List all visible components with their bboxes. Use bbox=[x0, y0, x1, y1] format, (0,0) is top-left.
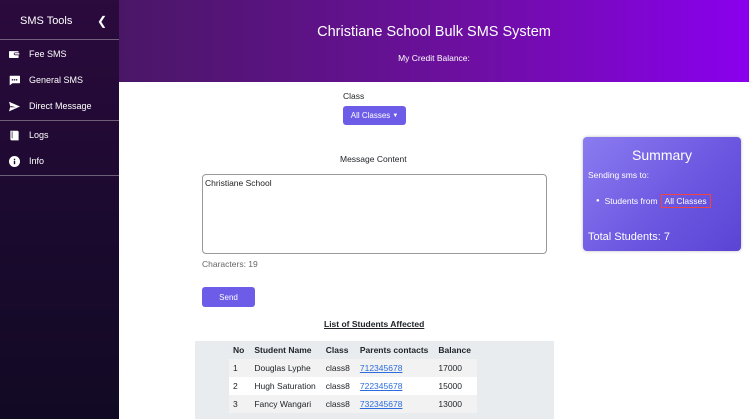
sidebar-item-label: Fee SMS bbox=[29, 49, 67, 59]
sidebar-item-info[interactable]: Info bbox=[0, 148, 119, 174]
cell-class: class8 bbox=[321, 395, 356, 413]
sidebar-title: SMS Tools bbox=[20, 14, 73, 27]
column-header-student-name: Student Name bbox=[250, 341, 322, 359]
cell-no: 2 bbox=[229, 377, 251, 395]
summary-total-students: Total Students: 7 bbox=[588, 231, 670, 243]
book-icon bbox=[0, 130, 29, 141]
summary-card: Summary Sending sms to: ● Students from … bbox=[583, 137, 741, 251]
cell-name: Fancy Wangari bbox=[250, 395, 322, 413]
summary-title: Summary bbox=[632, 147, 692, 163]
sidebar-item-label: Logs bbox=[29, 130, 49, 140]
summary-class-chip: All Classes bbox=[660, 194, 711, 208]
info-icon bbox=[0, 155, 29, 167]
wallet-icon bbox=[0, 49, 29, 60]
students-table: No Student Name Class Parents contacts B… bbox=[229, 341, 477, 413]
sidebar-item-logs[interactable]: Logs bbox=[0, 122, 119, 148]
summary-students-from: Students from bbox=[604, 196, 658, 206]
students-table-container[interactable]: No Student Name Class Parents contacts B… bbox=[195, 341, 554, 419]
cell-balance: 13000 bbox=[434, 395, 477, 413]
page-title: Christiane School Bulk SMS System bbox=[317, 24, 551, 40]
cell-balance: 15000 bbox=[434, 377, 477, 395]
sidebar-item-label: General SMS bbox=[29, 75, 84, 85]
character-count: Characters: 19 bbox=[202, 259, 258, 269]
cell-balance: 17000 bbox=[434, 359, 477, 377]
column-header-class: Class bbox=[321, 341, 356, 359]
credit-balance: My Credit Balance: bbox=[398, 53, 470, 63]
message-label: Message Content bbox=[340, 154, 407, 164]
chevron-left-icon[interactable]: ❮ bbox=[97, 14, 107, 28]
column-header-balance: Balance bbox=[434, 341, 477, 359]
class-dropdown-button[interactable]: All Classes ▼ bbox=[343, 106, 406, 125]
class-label: Class bbox=[343, 91, 365, 101]
table-header-row: No Student Name Class Parents contacts B… bbox=[229, 341, 477, 359]
students-list-title: List of Students Affected bbox=[324, 319, 425, 329]
cell-class: class8 bbox=[321, 377, 356, 395]
table-row: 1 Douglas Lyphe class8 712345678 17000 bbox=[229, 359, 477, 377]
cell-no: 3 bbox=[229, 395, 251, 413]
sidebar-header: SMS Tools ❮ bbox=[0, 2, 119, 40]
page-header: Christiane School Bulk SMS System My Cre… bbox=[119, 0, 749, 82]
sidebar-item-fee-sms[interactable]: Fee SMS bbox=[0, 41, 119, 67]
cell-contact: 712345678 bbox=[355, 359, 435, 377]
sidebar-group-other: Logs Info bbox=[0, 121, 119, 176]
caret-down-icon: ▼ bbox=[392, 112, 399, 119]
message-textarea[interactable]: Christiane School bbox=[202, 174, 547, 254]
table-row: 2 Hugh Saturation class8 722345678 15000 bbox=[229, 377, 477, 395]
summary-recipients-item: ● Students from All Classes bbox=[596, 194, 741, 208]
sidebar-item-label: Direct Message bbox=[29, 101, 92, 111]
cell-name: Douglas Lyphe bbox=[250, 359, 322, 377]
sidebar-item-general-sms[interactable]: General SMS bbox=[0, 67, 119, 93]
class-selected-value: All Classes bbox=[350, 111, 391, 120]
summary-sending-to: Sending sms to: bbox=[588, 170, 649, 180]
contact-link[interactable]: 712345678 bbox=[360, 363, 403, 373]
cell-contact: 722345678 bbox=[355, 377, 435, 395]
sidebar: SMS Tools ❮ Fee SMS General SMS Direct M… bbox=[0, 0, 119, 419]
cell-class: class8 bbox=[321, 359, 356, 377]
cell-name: Hugh Saturation bbox=[250, 377, 322, 395]
sidebar-group-sms: Fee SMS General SMS Direct Message bbox=[0, 40, 119, 121]
sidebar-item-label: Info bbox=[29, 156, 45, 166]
send-icon bbox=[0, 101, 29, 112]
table-row: 3 Fancy Wangari class8 732345678 13000 bbox=[229, 395, 477, 413]
column-header-no: No bbox=[229, 341, 251, 359]
column-header-parents-contacts: Parents contacts bbox=[355, 341, 435, 359]
contact-link[interactable]: 732345678 bbox=[360, 399, 403, 409]
cell-no: 1 bbox=[229, 359, 251, 377]
message-icon bbox=[0, 75, 29, 86]
send-button[interactable]: Send bbox=[202, 287, 255, 307]
sidebar-item-direct-message[interactable]: Direct Message bbox=[0, 93, 119, 119]
bullet-icon: ● bbox=[596, 198, 600, 204]
cell-contact: 732345678 bbox=[355, 395, 435, 413]
contact-link[interactable]: 722345678 bbox=[360, 381, 403, 391]
